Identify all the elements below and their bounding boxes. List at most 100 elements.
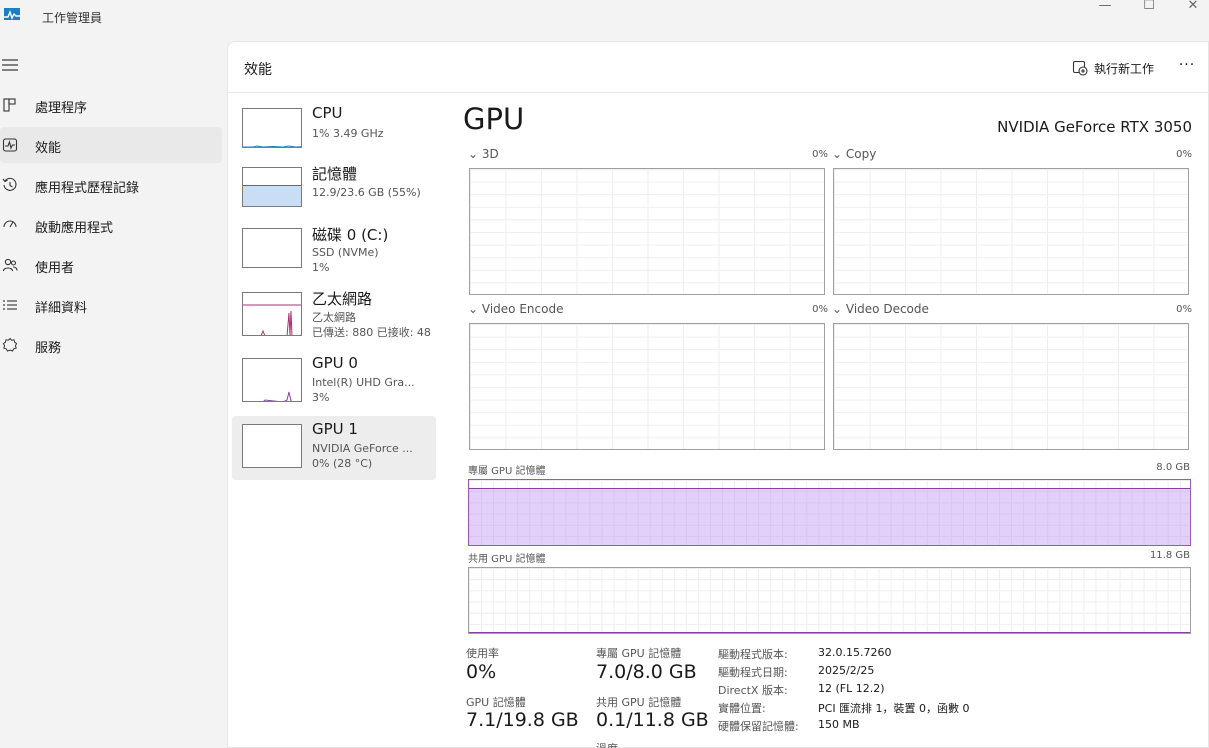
run-new-task-button[interactable]: 執行新工作 <box>1066 56 1160 80</box>
nav-item-services[interactable]: 服務 <box>0 327 222 363</box>
engine-video-decode-selector[interactable]: ⌄ Video Decode <box>832 302 929 316</box>
device-detail: 12.9/23.6 GB (55%) <box>312 186 421 199</box>
page-header: 效能 執行新工作 ··· <box>228 42 1209 93</box>
nav-label: 應用程式歷程記錄 <box>35 181 140 196</box>
services-icon <box>2 337 18 352</box>
device-disk-0[interactable]: 磁碟 0 (C:) SSD (NVMe) 1% <box>232 220 436 284</box>
shared-memory-max: 11.8 GB <box>1149 550 1190 561</box>
dedicated-memory-stat-label: 專屬 GPU 記憶體 <box>596 647 682 660</box>
utilization-label: 使用率 <box>466 647 499 660</box>
directx-version-label: DirectX 版本: <box>718 684 788 697</box>
device-detail: SSD (NVMe) <box>312 246 379 259</box>
engine-3d-selector[interactable]: ⌄ 3D <box>468 147 499 161</box>
temperature-label: 溫度 <box>596 740 618 748</box>
engine-3d-graph <box>469 168 825 295</box>
dedicated-memory-graph <box>468 479 1191 546</box>
shared-memory-label: 共用 GPU 記憶體 <box>468 554 546 565</box>
performance-icon <box>2 138 18 152</box>
device-detail-2: 3% <box>312 391 330 404</box>
device-gpu-1[interactable]: GPU 1 NVIDIA GeForce ... 0% (28 °C) <box>232 416 436 480</box>
gpu1-thumbnail-graph <box>242 424 302 468</box>
users-icon <box>2 258 18 272</box>
nav-item-startup-apps[interactable]: 啟動應用程式 <box>0 207 222 243</box>
device-detail: 乙太網路 <box>312 311 356 324</box>
device-cpu[interactable]: CPU 1% 3.49 GHz <box>232 100 436 164</box>
disk-thumbnail-graph <box>242 228 302 268</box>
nav-label: 處理程序 <box>35 101 88 116</box>
task-manager-app-icon <box>4 8 20 20</box>
shared-memory-fill <box>469 632 1190 633</box>
cpu-thumbnail-graph <box>242 108 302 148</box>
run-new-task-label: 執行新工作 <box>1094 61 1155 76</box>
shared-memory-stat-value: 0.1/11.8 GB <box>596 709 709 731</box>
directx-version-value: 12 (FL 12.2) <box>818 682 885 695</box>
nav-label: 啟動應用程式 <box>35 221 114 236</box>
device-memory[interactable]: 記憶體 12.9/23.6 GB (55%) <box>232 159 436 223</box>
chevron-down-icon: ⌄ <box>832 302 843 316</box>
engine-percent: 0% <box>812 149 828 160</box>
device-detail-2: 1% <box>312 261 330 274</box>
device-detail-2: 已傳送: 880 已接收: 48 <box>312 326 431 339</box>
device-detail: NVIDIA GeForce ... <box>312 442 413 455</box>
driver-date-value: 2025/2/25 <box>818 664 875 677</box>
reserved-memory-label: 硬體保留記憶體: <box>718 720 799 733</box>
device-name: 磁碟 0 (C:) <box>312 226 389 244</box>
title-bar: 工作管理員 — ☐ ✕ <box>0 0 1209 36</box>
dedicated-memory-stat-value: 7.0/8.0 GB <box>596 661 697 683</box>
nav-item-users[interactable]: 使用者 <box>0 247 222 283</box>
nav-item-processes[interactable]: 處理程序 <box>0 87 222 123</box>
driver-version-value: 32.0.15.7260 <box>818 646 892 659</box>
device-ethernet[interactable]: 乙太網路 乙太網路 已傳送: 880 已接收: 48 <box>232 284 436 348</box>
physical-location-label: 實體位置: <box>718 702 766 715</box>
device-name: GPU 1 <box>312 420 358 438</box>
gpu-title: GPU <box>463 102 525 136</box>
more-options-button[interactable]: ··· <box>1173 54 1201 80</box>
engine-percent: 0% <box>1176 149 1192 160</box>
device-name: CPU <box>312 104 343 122</box>
gpu-model-name: NVIDIA GeForce RTX 3050 <box>997 118 1192 136</box>
processes-icon <box>3 98 16 112</box>
nav-item-app-history[interactable]: 應用程式歷程記錄 <box>0 167 222 203</box>
run-task-icon <box>1072 60 1088 76</box>
details-icon <box>3 300 17 310</box>
device-gpu-0[interactable]: GPU 0 Intel(R) UHD Gra... 3% <box>232 350 436 414</box>
hamburger-menu-icon[interactable] <box>2 58 18 72</box>
nav-label: 詳細資料 <box>35 301 88 316</box>
device-name: GPU 0 <box>312 354 358 372</box>
page-title: 效能 <box>244 62 272 78</box>
engine-video-encode-selector[interactable]: ⌄ Video Encode <box>468 302 563 316</box>
minimize-button[interactable]: — <box>1082 0 1128 14</box>
history-icon <box>2 177 17 191</box>
gpu0-thumbnail-graph <box>242 358 302 402</box>
reserved-memory-value: 150 MB <box>818 718 860 731</box>
window-title: 工作管理員 <box>42 11 103 25</box>
maximize-button[interactable]: ☐ <box>1126 0 1172 14</box>
main-panel: 效能 執行新工作 ··· CPU 1% 3.49 GHz 記憶體 12.9/23… <box>227 41 1209 748</box>
startup-icon <box>3 220 17 228</box>
engine-copy-graph <box>833 168 1189 295</box>
nav-label: 使用者 <box>35 261 75 276</box>
engine-label: Copy <box>845 147 877 161</box>
utilization-value: 0% <box>466 661 497 683</box>
nav-item-details[interactable]: 詳細資料 <box>0 287 222 323</box>
engine-copy-selector[interactable]: ⌄ Copy <box>832 147 876 161</box>
physical-location-value: PCI 匯流排 1，裝置 0，函數 0 <box>818 702 970 715</box>
device-name: 記憶體 <box>312 165 358 183</box>
device-detail: Intel(R) UHD Gra... <box>312 376 415 389</box>
memory-thumbnail-graph <box>242 167 302 207</box>
nav-label: 效能 <box>35 141 62 156</box>
chevron-down-icon: ⌄ <box>468 302 479 316</box>
nav-item-performance[interactable]: 效能 <box>0 127 222 163</box>
engine-label: Video Decode <box>845 302 929 316</box>
chevron-down-icon: ⌄ <box>468 147 479 161</box>
gpu-memory-label: GPU 記憶體 <box>466 696 526 709</box>
dedicated-memory-fill <box>469 488 1190 545</box>
close-button[interactable]: ✕ <box>1170 0 1209 14</box>
engine-label: Video Encode <box>481 302 564 316</box>
nav-label: 服務 <box>35 341 62 356</box>
driver-version-label: 驅動程式版本: <box>718 648 788 661</box>
shared-memory-stat-label: 共用 GPU 記憶體 <box>596 696 682 709</box>
ethernet-thumbnail-graph <box>242 292 302 336</box>
dedicated-memory-max: 8.0 GB <box>1156 462 1190 473</box>
engine-percent: 0% <box>1176 304 1192 315</box>
